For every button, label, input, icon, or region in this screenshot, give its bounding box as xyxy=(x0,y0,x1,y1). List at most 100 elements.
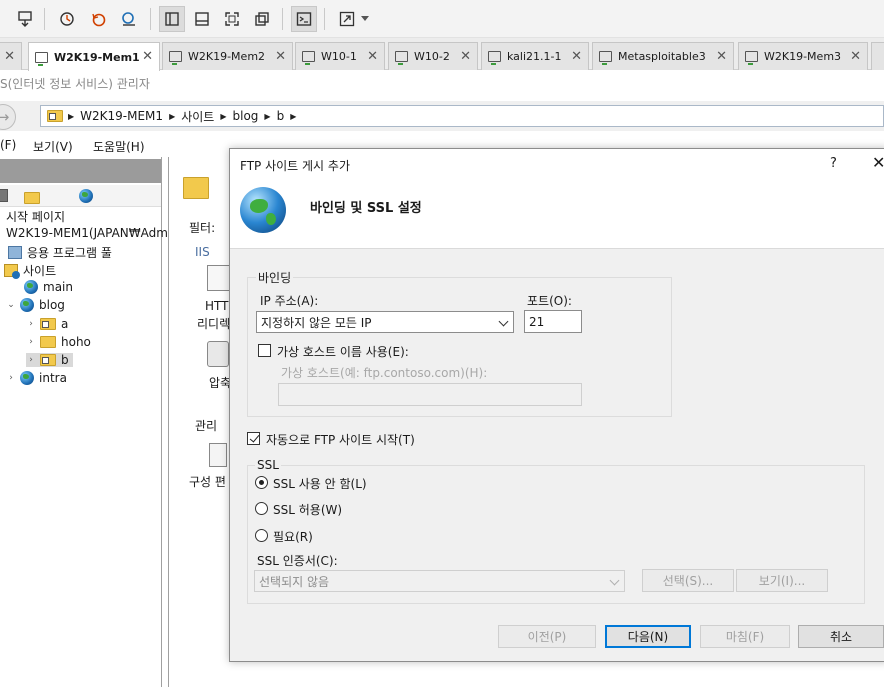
dialog-title: FTP 사이트 게시 추가 xyxy=(240,159,350,173)
tab-close-icon[interactable]: ✕ xyxy=(850,49,861,64)
tab-w2k19-mem2[interactable]: W2K19-Mem2 ✕ xyxy=(162,42,293,70)
snapshot-manager-icon[interactable] xyxy=(116,6,142,32)
tab-close-icon[interactable]: ✕ xyxy=(142,49,153,64)
breadcrumb-arrow-icon: ▶ xyxy=(264,111,271,121)
port-input[interactable]: 21 xyxy=(524,310,582,333)
console-view-icon[interactable] xyxy=(291,6,317,32)
virtual-host-input[interactable] xyxy=(278,383,582,406)
tree-site-main[interactable]: main xyxy=(10,280,73,294)
ssl-none-radio[interactable] xyxy=(255,476,268,489)
tab-close-icon[interactable]: ✕ xyxy=(4,49,15,64)
chevron-right-icon[interactable]: › xyxy=(26,355,36,365)
tab-label: W2K19-Mem2 xyxy=(188,50,266,63)
tab-next-partial[interactable] xyxy=(871,42,884,70)
tree-server[interactable]: W2K19-MEM1(JAPAN₩Adm xyxy=(6,226,168,240)
sites-icon xyxy=(4,264,20,279)
ssl-allow-label: SSL 허용(W) xyxy=(273,503,343,517)
select-certificate-button[interactable]: 선택(S)... xyxy=(642,569,734,592)
menu-file[interactable]: (F) xyxy=(0,138,16,152)
full-screen-icon[interactable] xyxy=(219,6,245,32)
tree-site-intra[interactable]: › intra xyxy=(6,371,67,385)
back-arrow-icon[interactable]: → xyxy=(0,104,16,130)
tree-label: intra xyxy=(39,371,67,385)
library-view-icon[interactable] xyxy=(159,6,185,32)
compression-icon[interactable] xyxy=(207,341,229,367)
tab-w2k19-mem1[interactable]: W2K19-Mem1 ✕ xyxy=(28,42,160,71)
vm-icon xyxy=(302,51,315,65)
ip-address-select[interactable]: 지정하지 않은 모든 IP xyxy=(256,311,514,333)
ssl-certificate-select[interactable]: 선택되지 않음 xyxy=(254,570,625,592)
tree-app-pools[interactable]: 응용 프로그램 풀 xyxy=(8,244,112,261)
virtual-host-field-label: 가상 호스트(예: ftp.contoso.com)(H): xyxy=(281,366,488,380)
help-icon[interactable]: ? xyxy=(830,156,837,171)
tree-site-blog[interactable]: ⌄ blog xyxy=(6,298,65,312)
breadcrumb-blog[interactable]: blog xyxy=(233,109,259,123)
tree-sites[interactable]: 사이트 xyxy=(4,262,56,279)
connect-icon[interactable] xyxy=(78,189,93,203)
breadcrumb-arrow-icon: ▶ xyxy=(169,111,176,121)
finish-button[interactable]: 마침(F) xyxy=(700,625,790,648)
breadcrumb-b[interactable]: b xyxy=(277,109,285,123)
tab-close-icon[interactable]: ✕ xyxy=(460,49,471,64)
tab-label: W2K19-Mem1 xyxy=(54,50,140,64)
ssl-allow-radio[interactable] xyxy=(255,502,268,515)
tree-label: main xyxy=(43,280,73,294)
view-certificate-button[interactable]: 보기(I)... xyxy=(736,569,828,592)
tree-folder-hoho[interactable]: › hoho xyxy=(26,335,91,349)
tab-w10-1[interactable]: W10-1 ✕ xyxy=(295,42,385,70)
virtual-host-checkbox-label: 가상 호스트 이름 사용(E): xyxy=(277,345,409,359)
breadcrumb-sites[interactable]: 사이트 xyxy=(181,108,214,125)
revert-snapshot-icon[interactable] xyxy=(86,6,112,32)
tab-close-icon[interactable]: ✕ xyxy=(275,49,286,64)
dialog-titlebar: FTP 사이트 게시 추가 ? ✕ xyxy=(230,149,884,179)
ssl-require-label: 필요(R) xyxy=(273,530,313,544)
send-ctrl-alt-del-icon[interactable] xyxy=(12,6,38,32)
breadcrumb-server[interactable]: W2K19-MEM1 xyxy=(80,109,163,123)
tree-folder-b[interactable]: › b xyxy=(26,353,73,367)
ssl-require-radio[interactable] xyxy=(255,529,268,542)
close-icon[interactable]: ✕ xyxy=(872,153,884,172)
tab-w10-2[interactable]: W10-2 ✕ xyxy=(388,42,478,70)
dropdown-arrow-icon[interactable] xyxy=(358,6,372,32)
breadcrumb[interactable]: ▶ W2K19-MEM1 ▶ 사이트 ▶ blog ▶ b ▶ xyxy=(40,105,884,127)
chevron-right-icon[interactable]: › xyxy=(26,337,36,347)
cancel-button[interactable]: 취소 xyxy=(798,625,884,648)
auto-start-checkbox[interactable] xyxy=(247,432,260,445)
chevron-right-icon[interactable]: › xyxy=(26,319,36,329)
group-iis: IIS xyxy=(195,245,210,259)
thumbnail-bar-icon[interactable] xyxy=(189,6,215,32)
breadcrumb-arrow-icon: ▶ xyxy=(220,111,227,121)
add-ftp-site-dialog: FTP 사이트 게시 추가 ? ✕ 바인딩 및 SSL 설정 바인딩 IP 주소… xyxy=(229,148,884,662)
tree-folder-a[interactable]: › a xyxy=(26,317,68,331)
previous-button[interactable]: 이전(P) xyxy=(498,625,596,648)
tab-close-icon[interactable]: ✕ xyxy=(571,49,582,64)
tree-label: 시작 페이지 xyxy=(6,210,66,224)
tab-metasploitable3[interactable]: Metasploitable3 ✕ xyxy=(592,42,734,70)
tree-start-page[interactable]: 시작 페이지 xyxy=(6,208,65,225)
chevron-right-icon[interactable]: › xyxy=(6,373,16,383)
chevron-down-icon[interactable]: ⌄ xyxy=(6,300,16,310)
menu-view[interactable]: 보기(V) xyxy=(33,138,73,155)
vm-icon xyxy=(745,51,758,65)
http-redirect-icon[interactable] xyxy=(207,265,231,291)
stretch-guest-icon[interactable] xyxy=(334,6,360,32)
virtual-host-checkbox[interactable] xyxy=(258,344,271,357)
menu-help[interactable]: 도움말(H) xyxy=(93,138,145,155)
globe-icon xyxy=(20,371,34,385)
snapshot-icon[interactable] xyxy=(54,6,80,32)
unity-icon[interactable] xyxy=(249,6,275,32)
tab-label: W2K19-Mem3 xyxy=(764,50,842,63)
tab-w2k19-mem3[interactable]: W2K19-Mem3 ✕ xyxy=(738,42,868,70)
config-editor-icon[interactable] xyxy=(209,443,227,467)
http-redirect-label-2: 리디렉 xyxy=(197,317,231,331)
up-level-icon[interactable] xyxy=(24,192,40,204)
globe-icon xyxy=(240,187,286,233)
tab-close-icon[interactable]: ✕ xyxy=(367,49,378,64)
tab-close-icon[interactable]: ✕ xyxy=(716,49,727,64)
tab-kali21-1-1[interactable]: kali21.1-1 ✕ xyxy=(481,42,589,70)
tab-previous-partial[interactable]: ✕ xyxy=(0,42,22,70)
address-bar: → ▶ W2K19-MEM1 ▶ 사이트 ▶ blog ▶ b ▶ xyxy=(0,101,884,131)
next-button[interactable]: 다음(N) xyxy=(605,625,691,648)
save-icon[interactable] xyxy=(0,189,8,202)
vm-icon xyxy=(35,51,48,66)
